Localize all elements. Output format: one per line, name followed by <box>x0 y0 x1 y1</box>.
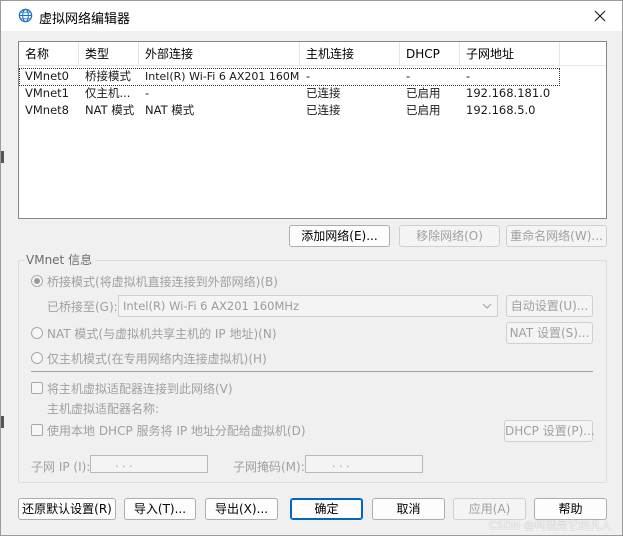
cell-type: 仅主机... <box>85 86 131 100</box>
nat-settings-button[interactable]: NAT 设置(S)... <box>506 322 593 344</box>
radio-indicator <box>31 352 43 364</box>
host-only-radio[interactable]: 仅主机模式(在专用网络内连接虚拟机)(H) <box>31 349 267 367</box>
nat-mode-label: NAT 模式(与虚拟机共享主机的 IP 地址)(N) <box>47 326 277 341</box>
bridged-mode-label: 桥接模式(将虚拟机直接连接到外部网络)(B) <box>47 274 278 289</box>
cell-external: - <box>145 86 150 100</box>
auto-settings-button[interactable]: 自动设置(U)... <box>506 295 593 317</box>
checkbox-indicator <box>31 382 43 394</box>
network-globe-icon <box>18 8 33 23</box>
list-header: 名称 类型 外部连接 主机连接 DHCP 子网地址 <box>19 42 606 66</box>
column-header-host[interactable]: 主机连接 <box>300 42 400 66</box>
rename-network-button[interactable]: 重命名网络(W)... <box>506 225 607 247</box>
subnet-mask-input[interactable]: . . . <box>305 455 423 473</box>
bridged-mode-radio[interactable]: 桥接模式(将虚拟机直接连接到外部网络)(B) <box>31 272 278 290</box>
cell-name: VMnet1 <box>25 86 69 100</box>
network-row-vmnet0[interactable]: VMnet0 桥接模式 Intel(R) Wi-Fi 6 AX201 160MH… <box>19 68 560 86</box>
cell-dhcp: 已启用 <box>406 103 441 117</box>
cell-subnet: 192.168.181.0 <box>466 86 551 100</box>
background-edge <box>1 416 4 428</box>
remove-network-button[interactable]: 移除网络(O) <box>399 225 500 247</box>
use-dhcp-label: 使用本地 DHCP 服务将 IP 地址分配给虚拟机(D) <box>47 423 306 438</box>
checkbox-indicator <box>31 424 43 436</box>
export-button[interactable]: 导出(X)... <box>205 498 278 520</box>
vmnet-info-label: VMnet 信息 <box>25 251 96 268</box>
window-title: 虚拟网络编辑器 <box>39 12 131 27</box>
host-only-label: 仅主机模式(在专用网络内连接虚拟机)(H) <box>47 351 267 366</box>
import-button[interactable]: 导入(T)... <box>124 498 196 520</box>
network-list[interactable]: 名称 类型 外部连接 主机连接 DHCP 子网地址 VMnet0 桥接模式 In… <box>18 41 607 219</box>
title-bar: 虚拟网络编辑器 <box>1 1 622 31</box>
background-edge <box>1 151 4 163</box>
chevron-down-icon <box>482 303 492 309</box>
cell-external: NAT 模式 <box>145 103 195 117</box>
close-icon <box>594 10 606 22</box>
subnet-mask-label: 子网掩码(M): <box>233 460 305 474</box>
dhcp-settings-button[interactable]: DHCP 设置(P)... <box>504 420 595 442</box>
virtual-network-editor-window: 虚拟网络编辑器 名称 类型 外部连接 主机连接 DHCP 子网地址 VMnet0… <box>0 0 623 536</box>
cancel-button[interactable]: 取消 <box>372 498 445 520</box>
column-header-type[interactable]: 类型 <box>79 42 139 66</box>
cell-host: - <box>306 69 311 83</box>
radio-indicator <box>31 327 43 339</box>
cell-name: VMnet8 <box>25 103 69 117</box>
network-row-vmnet8[interactable]: VMnet8 NAT 模式 NAT 模式 已连接 已启用 192.168.5.0 <box>19 102 606 120</box>
restore-defaults-button[interactable]: 还原默认设置(R) <box>18 498 116 520</box>
cell-type: 桥接模式 <box>85 69 131 83</box>
network-row-vmnet1[interactable]: VMnet1 仅主机... - 已连接 已启用 192.168.181.0 <box>19 85 606 103</box>
column-header-dhcp[interactable]: DHCP <box>400 42 460 66</box>
cell-host: 已连接 <box>306 103 341 117</box>
radio-indicator <box>31 275 43 287</box>
bridged-to-value: Intel(R) Wi-Fi 6 AX201 160MHz <box>123 299 300 313</box>
column-header-external[interactable]: 外部连接 <box>139 42 300 66</box>
connect-adapter-label: 将主机虚拟适配器连接到此网络(V) <box>47 381 233 396</box>
separator <box>31 371 593 372</box>
ok-button[interactable]: 确定 <box>290 498 363 520</box>
adapter-name-label: 主机虚拟适配器名称: <box>47 402 160 416</box>
cell-external: Intel(R) Wi-Fi 6 AX201 160MHz <box>145 70 300 83</box>
bridged-to-select[interactable]: Intel(R) Wi-Fi 6 AX201 160MHz <box>118 295 498 317</box>
cell-host: 已连接 <box>306 86 341 100</box>
cell-name: VMnet0 <box>25 69 69 83</box>
watermark: CSDN @叫我是它的凡人 <box>489 519 612 532</box>
column-header-name[interactable]: 名称 <box>19 42 79 66</box>
cell-subnet: 192.168.5.0 <box>466 103 536 117</box>
close-button[interactable] <box>585 4 615 28</box>
use-dhcp-checkbox[interactable]: 使用本地 DHCP 服务将 IP 地址分配给虚拟机(D) <box>31 421 306 439</box>
add-network-button[interactable]: 添加网络(E)... <box>289 225 390 247</box>
subnet-ip-label: 子网 IP (I): <box>31 460 91 474</box>
bridged-to-label: 已桥接至(G): <box>47 300 118 314</box>
cell-dhcp: - <box>406 69 411 83</box>
column-header-subnet[interactable]: 子网地址 <box>460 42 560 66</box>
subnet-ip-input[interactable]: . . . <box>90 455 208 473</box>
cell-dhcp: 已启用 <box>406 86 441 100</box>
cell-subnet: - <box>466 69 471 83</box>
connect-adapter-checkbox[interactable]: 将主机虚拟适配器连接到此网络(V) <box>31 379 233 397</box>
nat-mode-radio[interactable]: NAT 模式(与虚拟机共享主机的 IP 地址)(N) <box>31 324 277 342</box>
cell-type: NAT 模式 <box>85 103 135 117</box>
